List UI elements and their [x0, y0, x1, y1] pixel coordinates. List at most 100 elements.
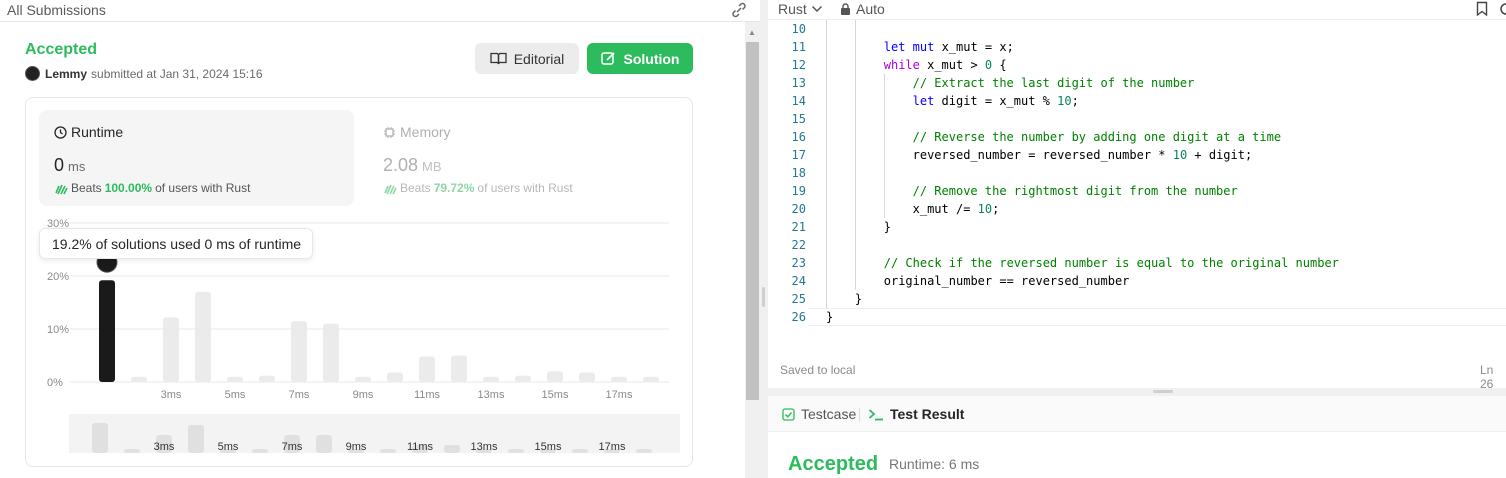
- memory-value: 2.08: [383, 155, 419, 175]
- code-line[interactable]: 18: [768, 164, 1506, 182]
- chevron-down-icon: [811, 5, 822, 13]
- line-number: 23: [791, 256, 806, 270]
- memory-stat[interactable]: Memory 2.08 MB Beats 79.72% of users with…: [368, 110, 683, 206]
- auto-mode[interactable]: Auto: [840, 1, 885, 17]
- tab-test-result[interactable]: Test Result: [868, 406, 964, 422]
- code-line[interactable]: 21}: [768, 218, 1506, 236]
- solution-button[interactable]: Solution: [587, 43, 693, 74]
- code-text: // Extract the last digit of the number: [912, 76, 1195, 90]
- code-text: x_mut /= 10;: [912, 202, 1000, 216]
- checkbox-icon: [782, 407, 795, 421]
- settings-icon[interactable]: [1498, 1, 1506, 17]
- line-number: 16: [791, 130, 806, 144]
- line-number: 19: [791, 184, 806, 198]
- book-icon: [490, 52, 507, 65]
- submitted-at: submitted at Jan 31, 2024 15:16: [91, 66, 263, 81]
- code-line[interactable]: 12 while x_mut > 0 {: [768, 56, 1506, 74]
- line-number: 20: [791, 202, 806, 216]
- clap-icon: [55, 184, 68, 194]
- editor-toolbar: Rust Auto: [768, 0, 1506, 20]
- code-line[interactable]: 10: [768, 20, 1506, 38]
- line-number: 22: [791, 238, 806, 252]
- code-text: // Reverse the number by adding one digi…: [912, 130, 1282, 144]
- code-line[interactable]: 13 // Extract the last digit of the numbe…: [768, 74, 1506, 92]
- code-line[interactable]: 25}: [768, 290, 1506, 308]
- all-submissions-link[interactable]: All Submissions: [7, 2, 106, 18]
- memory-heading: Memory: [400, 124, 451, 140]
- indent-guide: [883, 74, 885, 218]
- chip-icon: [384, 126, 395, 138]
- code-text: let digit = x_mut % 10;: [912, 94, 1079, 108]
- avatar[interactable]: [25, 66, 40, 81]
- tab-testcase[interactable]: Testcase: [782, 406, 856, 422]
- code-text: // Check if the reversed number is equal…: [883, 256, 1339, 270]
- code-line[interactable]: 22: [768, 236, 1506, 254]
- stats-card: Runtime 0 ms Beats 100.00% of users with …: [25, 97, 693, 467]
- user-name[interactable]: Lemmy: [45, 67, 87, 81]
- code-line[interactable]: 11 let mut x_mut = x;: [768, 38, 1506, 56]
- vertical-splitter[interactable]: [760, 0, 768, 478]
- code-line[interactable]: 26}: [768, 308, 1506, 326]
- code-line[interactable]: 20 x_mut /= 10;: [768, 200, 1506, 218]
- solution-label: Solution: [623, 50, 680, 67]
- line-number: 12: [791, 58, 806, 72]
- code-text: // Remove the rightmost digit from the n…: [912, 184, 1238, 198]
- saved-status: Saved to local: [780, 363, 856, 377]
- test-tabs: Testcase Test Result: [768, 396, 1506, 432]
- runtime-beats-prefix: Beats: [71, 181, 102, 195]
- line-number: 11: [791, 40, 806, 54]
- test-panel: Testcase Test Result Accepted Runtime: 6…: [768, 396, 1506, 478]
- bookmark-icon[interactable]: [1476, 1, 1488, 17]
- lock-icon: [841, 3, 850, 15]
- code-line[interactable]: 19 // Remove the rightmost digit from the…: [768, 182, 1506, 200]
- language-select[interactable]: Rust: [778, 1, 823, 17]
- left-scrollbar[interactable]: ▲: [745, 22, 760, 478]
- code-text: }: [826, 310, 834, 324]
- code-line[interactable]: 16 // Reverse the number by adding one di…: [768, 128, 1506, 146]
- editorial-button[interactable]: Editorial: [475, 43, 579, 74]
- horizontal-splitter[interactable]: [768, 388, 1506, 396]
- terminal-icon: [868, 408, 883, 420]
- scroll-up-icon[interactable]: ▲: [748, 28, 756, 37]
- line-number: 25: [791, 292, 806, 306]
- runtime-value: 0: [54, 155, 65, 175]
- scroll-thumb[interactable]: [746, 42, 759, 400]
- link-icon[interactable]: [730, 2, 748, 18]
- code-text: reversed_number = reversed_number * 10 +…: [912, 148, 1253, 162]
- code-line[interactable]: 15: [768, 110, 1506, 128]
- language-label: Rust: [778, 1, 807, 17]
- line-number: 10: [791, 22, 806, 36]
- code-text: }: [883, 220, 891, 234]
- test-result-runtime: Runtime: 6 ms: [889, 456, 980, 472]
- code-line[interactable]: 17 reversed_number = reversed_number * 10…: [768, 146, 1506, 164]
- test-result-status: Accepted: [788, 453, 879, 475]
- code-text: original_number == reversed_number: [883, 274, 1130, 288]
- runtime-beats-pct: 100.00%: [104, 181, 153, 195]
- submission-panel: All Submissions Accepted Lemmy submitted…: [0, 0, 760, 478]
- line-number: 21: [791, 220, 806, 234]
- memory-unit: MB: [422, 159, 442, 174]
- line-number: 15: [791, 112, 806, 126]
- tab-testcase-label: Testcase: [801, 406, 857, 422]
- splitter-handle[interactable]: [762, 287, 765, 307]
- indent-guide: [826, 20, 827, 308]
- code-line[interactable]: 14 let digit = x_mut % 10;: [768, 92, 1506, 110]
- line-number: 18: [791, 166, 806, 180]
- code-area[interactable]: 10 11 let mut x_mut = x; 12 while x_mut > 0 …: [768, 20, 1506, 326]
- line-number: 26: [791, 310, 806, 324]
- splitter-handle[interactable]: [1153, 390, 1173, 393]
- line-number: 13: [791, 76, 806, 90]
- tab-test-result-label: Test Result: [890, 406, 965, 422]
- editorial-label: Editorial: [513, 50, 565, 67]
- code-text: }: [854, 292, 863, 306]
- code-line[interactable]: 23 // Check if the reversed number is equ…: [768, 254, 1506, 272]
- line-number: 14: [791, 94, 806, 108]
- code-text: while x_mut > 0 {: [883, 58, 1007, 72]
- runtime-heading: Runtime: [71, 124, 124, 140]
- code-editor-panel: Rust Auto 10 11 let mut x_mut = x; 12 while …: [768, 0, 1506, 391]
- runtime-unit: ms: [68, 159, 86, 174]
- runtime-stat[interactable]: Runtime 0 ms Beats 100.00% of users with …: [39, 110, 354, 206]
- cursor-position: Ln 26: [1480, 363, 1494, 391]
- indent-guide: [854, 20, 856, 290]
- code-line[interactable]: 24 original_number == reversed_number: [768, 272, 1506, 290]
